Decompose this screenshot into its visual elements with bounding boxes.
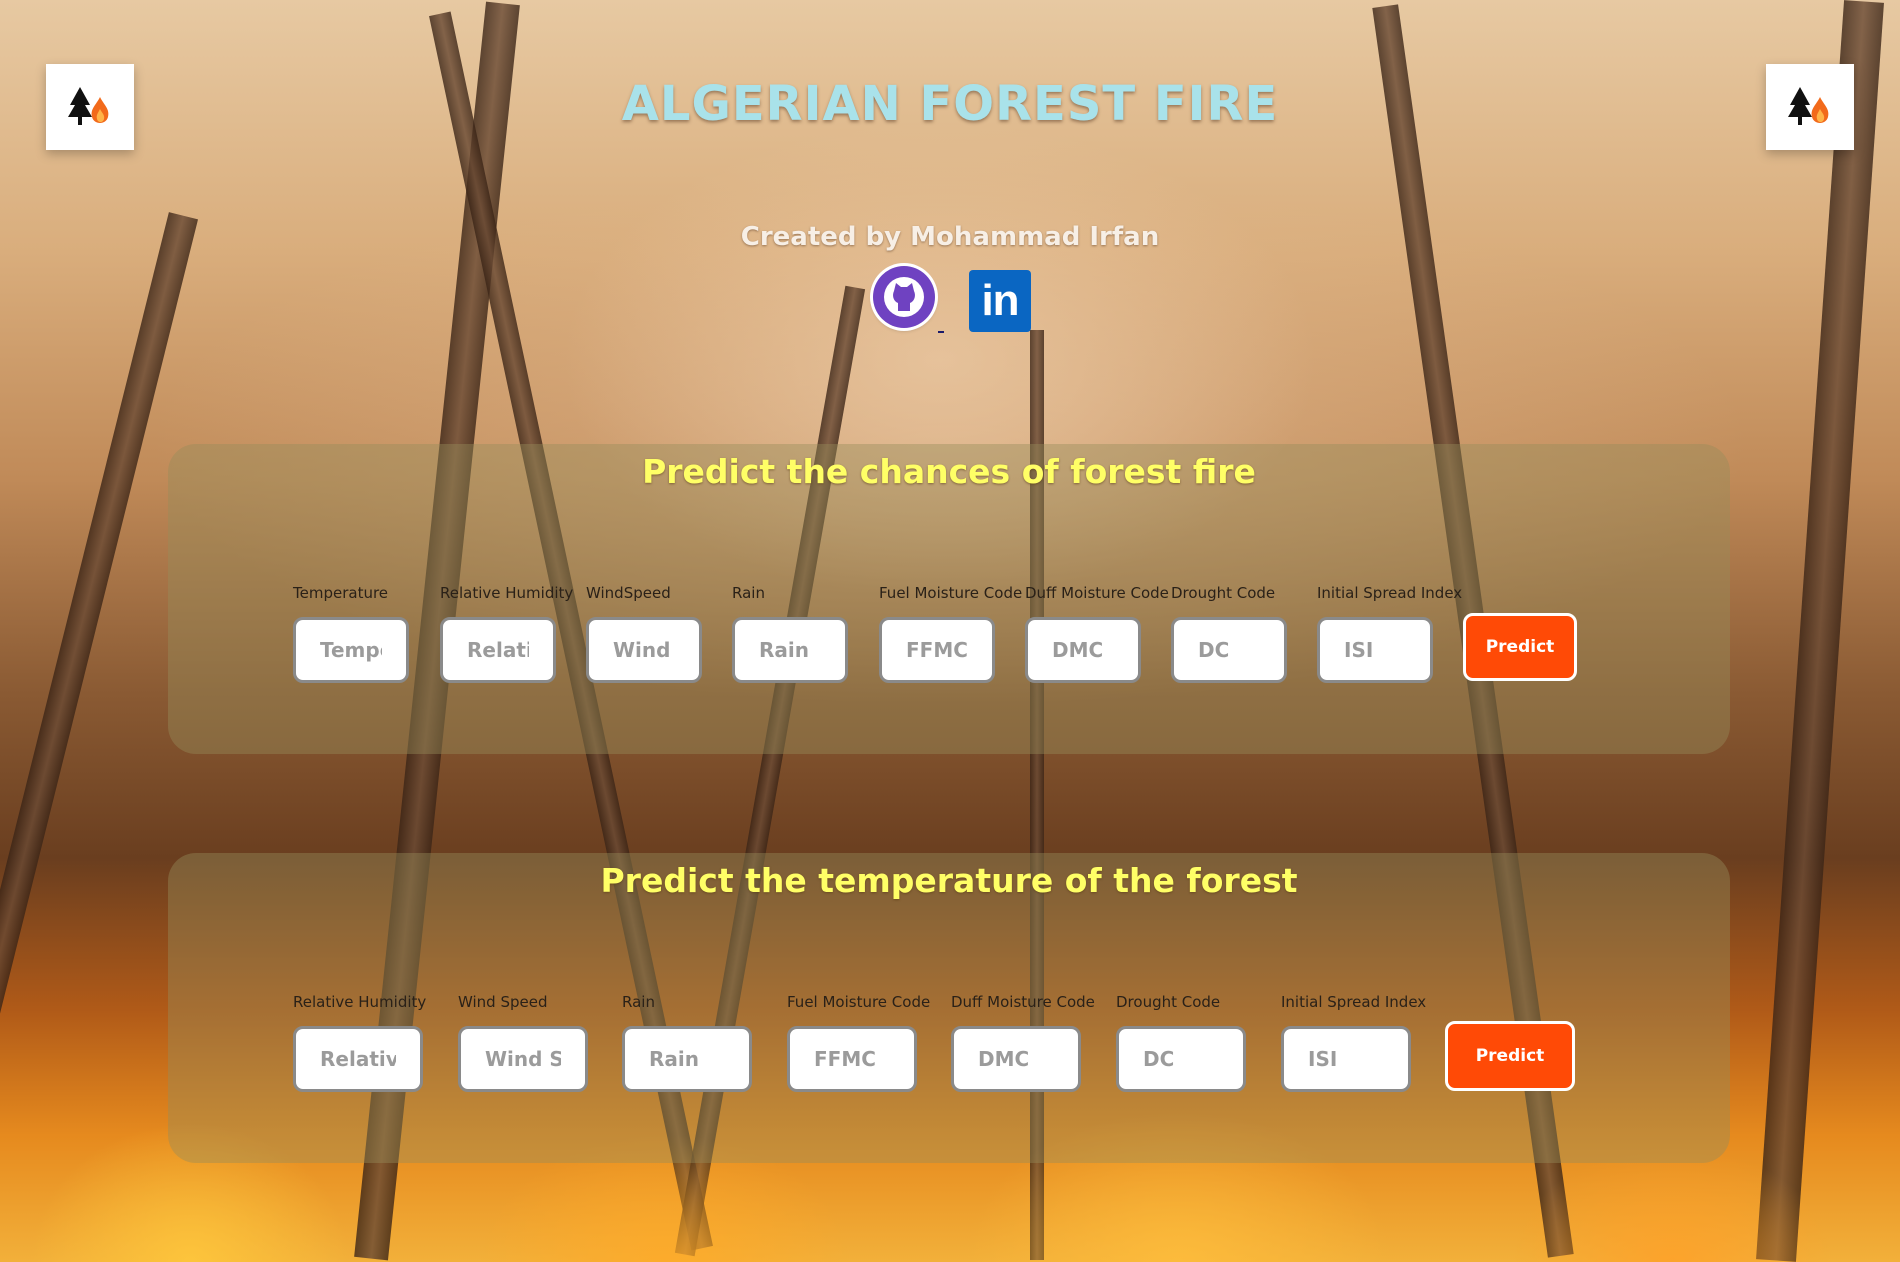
field-label: Drought Code <box>1116 993 1221 1011</box>
predict-temperature-button[interactable]: Predict <box>1445 1021 1575 1091</box>
field-label: Duff Moisture Code <box>951 993 1095 1011</box>
temperature-input[interactable] <box>293 617 409 683</box>
field-label: Duff Moisture Code <box>1025 584 1169 602</box>
field-label: Initial Spread Index <box>1281 993 1427 1011</box>
field-label: Rain <box>622 993 655 1011</box>
field-label: Wind Speed <box>458 993 548 1011</box>
rain-input[interactable] <box>732 617 848 683</box>
field-label: Relative Humidity <box>293 993 427 1011</box>
field-label: Temperature <box>293 584 389 602</box>
dmc-input[interactable] <box>951 1026 1081 1092</box>
dc-input[interactable] <box>1171 617 1287 683</box>
field-label: Drought Code <box>1171 584 1276 602</box>
humidity-input[interactable] <box>440 617 556 683</box>
github-link[interactable] <box>873 266 935 328</box>
humidity-input[interactable] <box>293 1026 423 1092</box>
field-label: Fuel Moisture Code <box>787 993 931 1011</box>
isi-input[interactable] <box>1281 1026 1411 1092</box>
rain-input[interactable] <box>622 1026 752 1092</box>
windspeed-input[interactable] <box>458 1026 588 1092</box>
temperature-panel-heading: Predict the temperature of the forest <box>600 861 1298 900</box>
page-title: ALGERIAN FOREST FIRE <box>621 76 1279 132</box>
author-credit: Created by Mohammad Irfan <box>740 222 1160 252</box>
field-label: WindSpeed <box>586 584 671 602</box>
field-label: Relative Humidity <box>440 584 574 602</box>
github-icon <box>884 277 924 317</box>
dmc-input[interactable] <box>1025 617 1141 683</box>
linkedin-icon: in <box>981 276 1019 325</box>
link-underline <box>938 331 944 333</box>
ffmc-input[interactable] <box>787 1026 917 1092</box>
linkedin-link[interactable]: in <box>969 270 1031 332</box>
fire-prediction-panel: Predict the chances of forest fire Tempe… <box>168 444 1730 754</box>
predict-fire-button[interactable]: Predict <box>1463 613 1577 681</box>
dc-input[interactable] <box>1116 1026 1246 1092</box>
field-label: Initial Spread Index <box>1317 584 1463 602</box>
isi-input[interactable] <box>1317 617 1433 683</box>
temperature-prediction-panel: Predict the temperature of the forest Re… <box>168 853 1730 1163</box>
ffmc-input[interactable] <box>879 617 995 683</box>
field-label: Fuel Moisture Code <box>879 584 1023 602</box>
windspeed-input[interactable] <box>586 617 702 683</box>
field-label: Rain <box>732 584 765 602</box>
fire-panel-heading: Predict the chances of forest fire <box>642 452 1256 491</box>
